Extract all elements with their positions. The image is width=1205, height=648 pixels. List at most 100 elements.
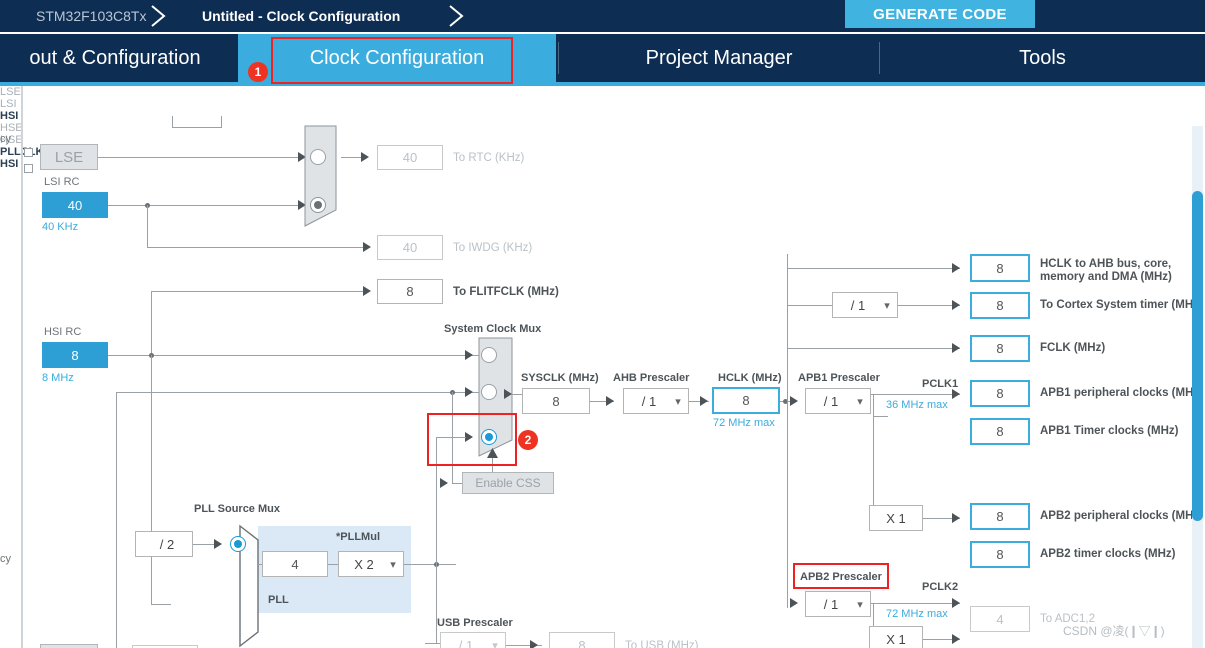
lse-oscillator-box[interactable]: LSE: [40, 144, 98, 170]
sysmux-input-pllclk-radio[interactable]: [481, 429, 497, 445]
wire-lsi-to-mux: [108, 205, 298, 206]
to-flitfclk-value[interactable]: 8: [377, 279, 443, 304]
clock-tree-canvas[interactable]: cy cy LSE LSE LSI RC 40 40 KHz LSI 40 To…: [0, 86, 1205, 648]
apb2-prescaler-title: APB2 Prescaler: [800, 571, 882, 583]
arrow-sysmux-out: [504, 389, 512, 399]
ahb-prescaler-combo[interactable]: / 1 ▾: [623, 388, 689, 414]
hsi-div2-value: / 2: [159, 536, 175, 552]
output-apb2-periph-value[interactable]: 8: [970, 503, 1030, 530]
apb1-timer-multiplier[interactable]: X 1: [869, 505, 923, 531]
sysmux-input-hse-radio[interactable]: [481, 384, 497, 400]
apb2-prescaler-combo[interactable]: / 1 ▾: [805, 591, 871, 617]
tab-clock-configuration[interactable]: Clock Configuration: [238, 34, 556, 82]
sysclk-value[interactable]: 8: [522, 388, 590, 414]
pllmux-input-hsi-radio[interactable]: [230, 536, 246, 552]
left-edge-label: cy: [0, 133, 11, 145]
main-tab-bar: out & Configuration Clock Configuration …: [0, 34, 1205, 86]
hclk-max: 72 MHz max: [713, 417, 775, 429]
pclk2-title: PCLK2: [922, 581, 959, 593]
hse-oscillator-box[interactable]: HSE: [40, 644, 98, 648]
sysmux-input-hsi-radio[interactable]: [481, 347, 497, 363]
output-apb1-periph-value[interactable]: 8: [970, 380, 1030, 407]
cortex-prescaler-value: / 1: [850, 297, 866, 313]
hsi-div2-box: / 2: [135, 531, 193, 557]
pll-source-mux-title: PLL Source Mux: [194, 503, 280, 515]
pllmul-value: X 2: [354, 556, 374, 572]
csdn-watermark: CSDN @凌(❙▽❙): [1063, 624, 1165, 638]
arrow-sysclk-ahb: [606, 396, 614, 406]
output-fclk-value[interactable]: 8: [970, 335, 1030, 362]
pll-region-label: PLL: [268, 594, 289, 606]
apb1-prescaler-combo[interactable]: / 1 ▾: [805, 388, 871, 414]
hclk-value[interactable]: 8: [712, 387, 780, 414]
output-adc-value[interactable]: 4: [970, 606, 1030, 632]
enable-css-button[interactable]: Enable CSS: [462, 472, 554, 494]
generate-code-button[interactable]: GENERATE CODE: [845, 0, 1035, 28]
pllmul-title: *PLLMul: [336, 531, 380, 543]
arrow-ahb-hclk: [700, 396, 708, 406]
arrow-rtc-out: [361, 152, 369, 162]
breadcrumb-device[interactable]: STM32F103C8Tx: [36, 0, 146, 32]
wire-hse-up: [116, 392, 117, 648]
cortex-prescaler-combo[interactable]: / 1 ▾: [832, 292, 898, 318]
arrow-pclk1-out: [952, 389, 960, 399]
arrow-css: [440, 478, 448, 488]
rtc-mux-input-lsi-radio[interactable]: [310, 197, 326, 213]
output-apb2-timer-value[interactable]: 8: [970, 541, 1030, 568]
output-apb1-periph-label: APB1 peripheral clocks (MHz): [1040, 387, 1203, 399]
to-rtc-value[interactable]: 40: [377, 145, 443, 170]
usb-output-value[interactable]: 8: [549, 632, 615, 648]
output-hclk-ahb-value[interactable]: 8: [970, 254, 1030, 282]
rtc-mux-input-lse-radio[interactable]: [310, 149, 326, 165]
apb2-prescaler-value: / 1: [823, 596, 839, 612]
lsi-rc-value[interactable]: 40: [42, 192, 108, 218]
signal-label-lsi: LSI: [0, 98, 17, 110]
chevron-down-icon: ▾: [675, 395, 681, 408]
partial-box-left: [172, 116, 173, 127]
to-iwdg-value[interactable]: 40: [377, 235, 443, 260]
wire-hsi-to-sysmux: [108, 355, 483, 356]
wire-pll-usb-vert: [436, 564, 437, 644]
signal-label-lse: LSE: [0, 86, 21, 98]
arrow-iwdg: [363, 242, 371, 252]
breadcrumb-project[interactable]: Untitled - Clock Configuration: [202, 0, 400, 32]
arrow-apb1-timer-out: [952, 513, 960, 523]
pllmul-combo[interactable]: X 2 ▾: [338, 551, 404, 577]
output-apb1-timer-value[interactable]: 8: [970, 418, 1030, 445]
wire-hclk-vertical-bus: [787, 254, 788, 608]
output-cortex-timer-value[interactable]: 8: [970, 292, 1030, 319]
hclk-title: HCLK (MHz): [718, 372, 782, 384]
lse-pin-1: [24, 148, 33, 157]
arrow-apb2-in: [790, 598, 798, 608]
sysclk-title: SYSCLK (MHz): [521, 372, 599, 384]
lsi-rc-title: LSI RC: [44, 176, 80, 188]
arrow-flitfclk: [363, 286, 371, 296]
output-fclk-label: FCLK (MHz): [1040, 342, 1106, 354]
chevron-down-icon: ▾: [857, 598, 863, 611]
arrow-css-up-icon: [487, 448, 498, 458]
usb-prescaler-value: / 1: [458, 637, 474, 648]
apb2-timer-multiplier[interactable]: X 1: [869, 626, 923, 648]
hsi-rc-unit: 8 MHz: [42, 372, 74, 384]
canvas-scrollbar-thumb[interactable]: [1192, 191, 1203, 521]
lsi-rc-unit: 40 KHz: [42, 221, 79, 233]
title-bar: STM32F103C8Tx Untitled - Clock Configura…: [0, 0, 1205, 32]
arrow-hclk-ahbbus: [952, 263, 960, 273]
usb-prescaler-combo[interactable]: / 1 ▾: [440, 632, 506, 648]
tab-pinout-configuration[interactable]: out & Configuration: [0, 34, 230, 82]
pclk2-max: 72 MHz max: [886, 608, 948, 620]
arrow-apb2-timer-out: [952, 634, 960, 644]
arrow-cortex-out: [952, 300, 960, 310]
usb-prescaler-title: USB Prescaler: [437, 617, 513, 629]
pll-input-value[interactable]: 4: [262, 551, 328, 577]
chevron-down-icon: ▾: [884, 299, 890, 312]
tab-project-manager[interactable]: Project Manager: [559, 34, 879, 82]
apb1-prescaler-value: / 1: [823, 393, 839, 409]
partial-box-right: [221, 116, 222, 127]
tab-tools[interactable]: Tools: [880, 34, 1205, 82]
rtc-clock-mux[interactable]: [303, 124, 343, 228]
hsi-rc-value[interactable]: 8: [42, 342, 108, 368]
breadcrumb-chevron-icon: [151, 5, 166, 27]
chevron-down-icon: ▾: [492, 639, 498, 648]
arrow-div2-pllmux: [214, 539, 222, 549]
